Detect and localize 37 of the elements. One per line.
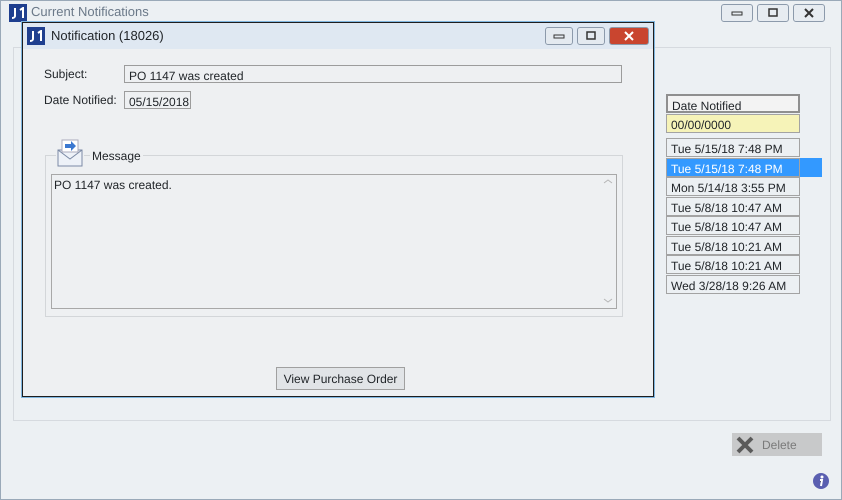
message-text: PO 1147 was created.: [54, 178, 172, 192]
minimize-button[interactable]: [545, 27, 573, 45]
table-cell[interactable]: Tue 5/8/18 10:47 AM: [666, 196, 800, 216]
table-cell[interactable]: Wed 3/28/18 9:26 AM: [666, 274, 800, 294]
maximize-button[interactable]: [757, 4, 789, 22]
subject-field[interactable]: PO 1147 was created: [124, 65, 622, 83]
view-purchase-order-button[interactable]: View Purchase Order: [276, 367, 405, 390]
maximize-icon: [767, 8, 779, 18]
close-icon: [803, 8, 815, 18]
minimize-button[interactable]: [721, 4, 753, 22]
row-highlight: [800, 158, 822, 177]
field-label: Date Notified:: [44, 92, 118, 109]
field-label: Subject:: [44, 66, 88, 83]
filter-field[interactable]: 00/00/0000: [666, 114, 800, 132]
table-cell[interactable]: Tue 5/8/18 10:47 AM: [666, 216, 800, 235]
close-button[interactable]: [793, 4, 825, 22]
maximize-button[interactable]: [577, 27, 605, 45]
envelope-icon: [56, 138, 84, 168]
close-icon: [623, 31, 635, 41]
maximize-icon: [585, 31, 597, 41]
message-label: Message: [90, 150, 143, 162]
date-field[interactable]: 05/15/2018: [124, 91, 191, 109]
column-header[interactable]: Date Notified: [666, 94, 800, 113]
window-title: Current Notifications: [31, 4, 149, 19]
minimize-icon: [731, 10, 743, 16]
table-cell[interactable]: Tue 5/15/18 7:48 PM: [666, 138, 800, 157]
close-button[interactable]: [609, 27, 649, 45]
minimize-icon: [553, 33, 565, 39]
table-cell[interactable]: Mon 5/14/18 3:55 PM: [666, 177, 800, 196]
app-logo-icon: [27, 27, 45, 45]
delete-icon: [736, 436, 754, 454]
table-cell[interactable]: Tue 5/8/18 10:21 AM: [666, 236, 800, 254]
app-logo-icon: [9, 4, 27, 22]
dialog-title: Notification (18026): [51, 27, 164, 46]
info-icon[interactable]: [812, 471, 830, 490]
message-box[interactable]: PO 1147 was created.: [51, 174, 617, 309]
table-cell[interactable]: Tue 5/8/18 10:21 AM: [666, 255, 800, 274]
